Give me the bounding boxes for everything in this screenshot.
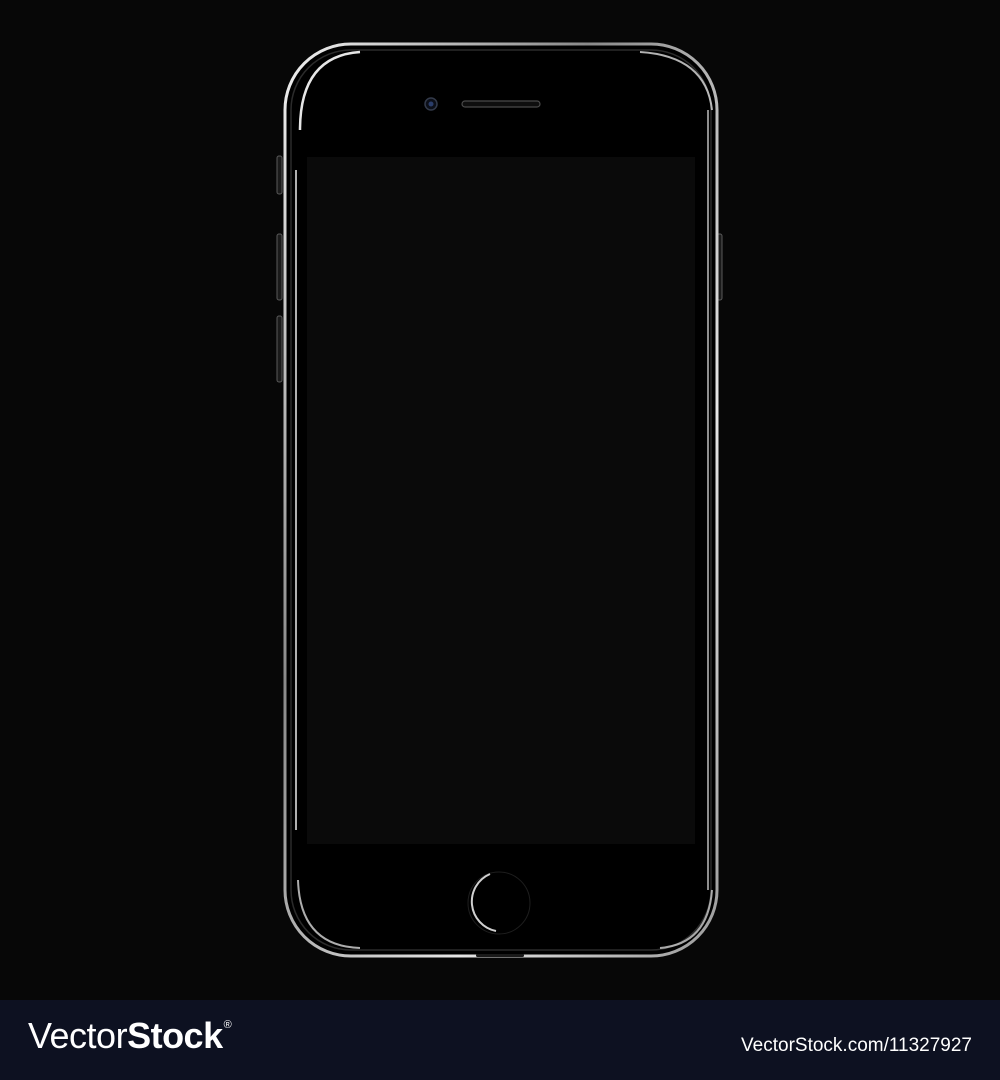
smartphone-illustration xyxy=(276,42,723,958)
watermark-footer: VectorStock® VectorStock.com/11327927 xyxy=(0,1000,1000,1080)
artwork-canvas xyxy=(0,0,1000,1000)
phone-screen xyxy=(307,157,695,844)
mute-switch-icon xyxy=(276,155,283,195)
lightning-port xyxy=(476,954,524,957)
logo-text-part: Vector xyxy=(28,1015,128,1056)
earpiece-speaker-icon xyxy=(461,100,541,108)
camera-lens xyxy=(428,101,434,107)
volume-down-icon xyxy=(276,315,283,383)
home-button-icon xyxy=(467,871,531,935)
logo-text-part: Stock xyxy=(127,1015,223,1056)
vectorstock-logo: VectorStock® xyxy=(28,1015,232,1056)
image-id-text: VectorStock.com/11327927 xyxy=(741,1035,972,1056)
volume-up-icon xyxy=(276,233,283,301)
registered-mark: ® xyxy=(223,1019,232,1031)
